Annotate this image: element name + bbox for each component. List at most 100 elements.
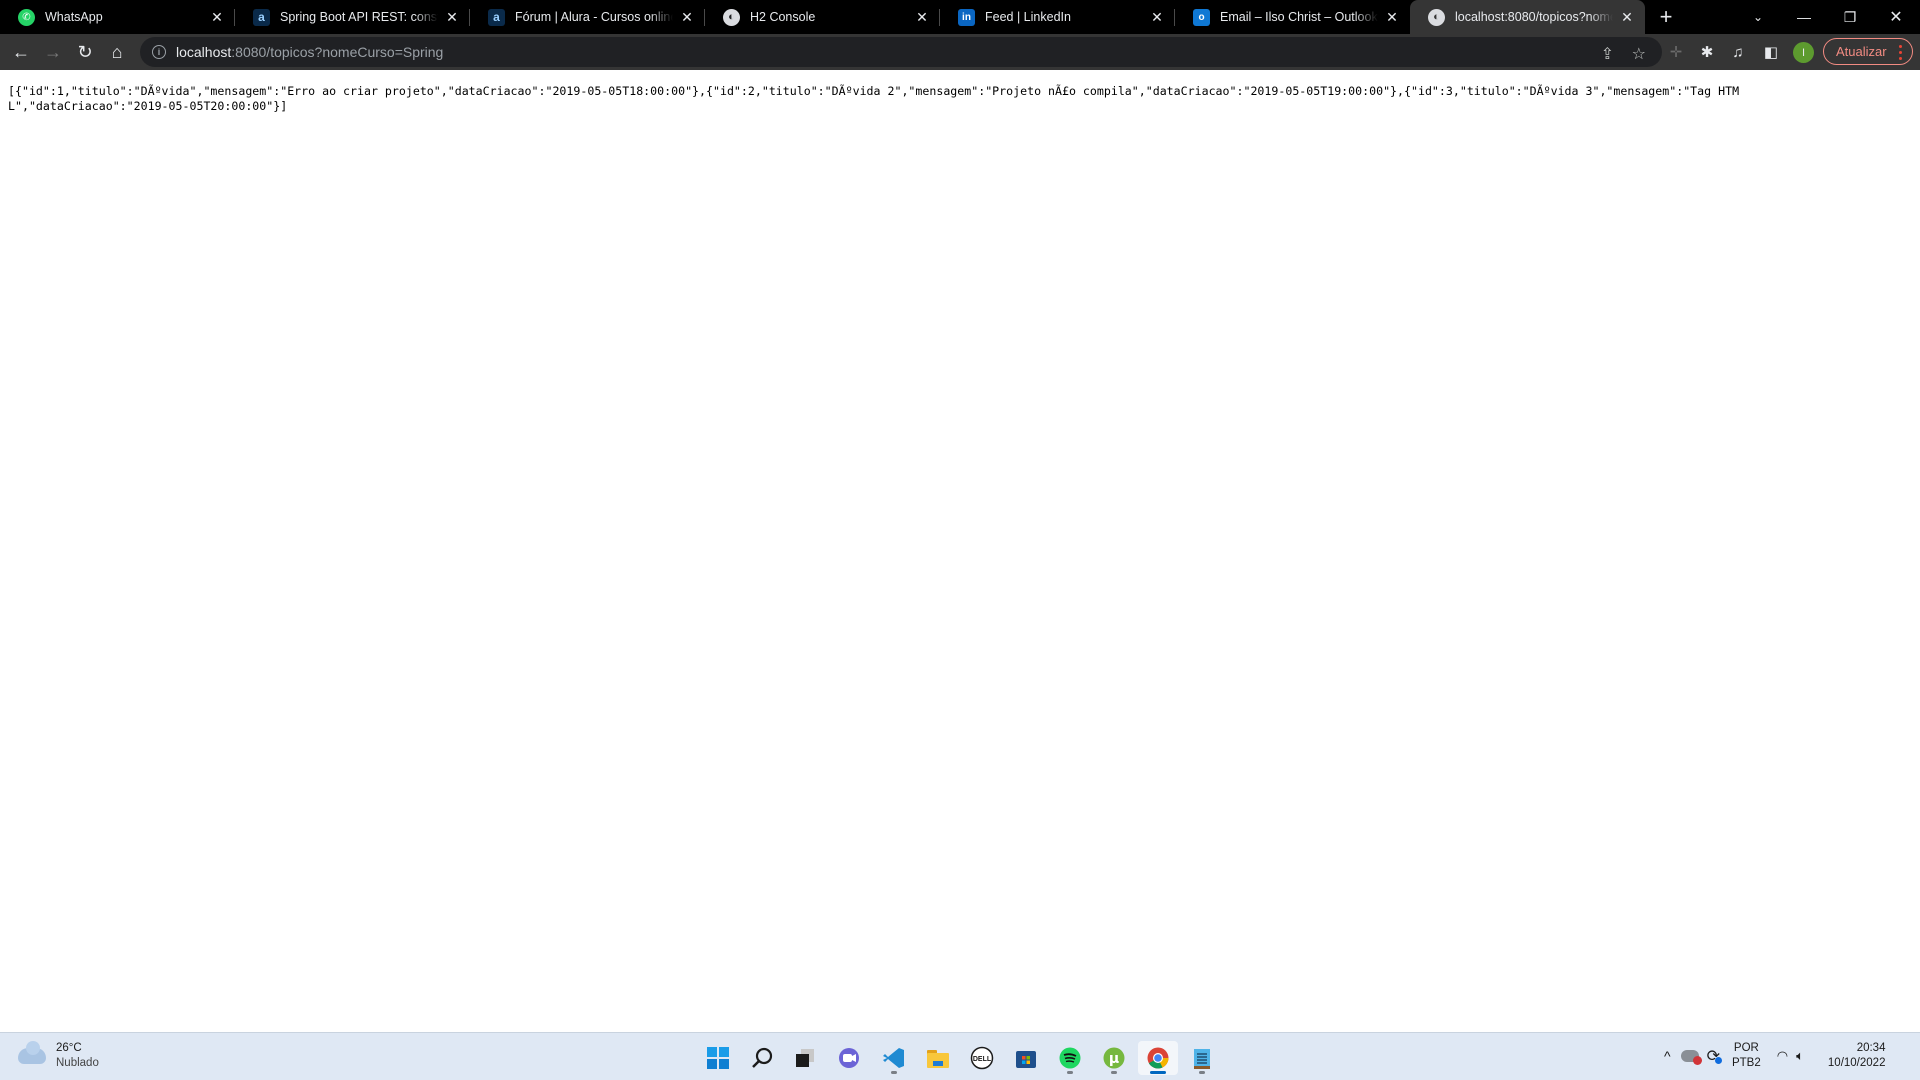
tab-spring-boot-course[interactable]: a Spring Boot API REST: construa uma API…: [235, 0, 470, 34]
tab-search-button[interactable]: ⌄: [1742, 0, 1774, 34]
update-button[interactable]: Atualizar: [1823, 38, 1913, 65]
weather-temperature: 26°C: [56, 1042, 82, 1054]
start-button[interactable]: [698, 1041, 738, 1075]
globe-icon: ◐: [723, 8, 740, 26]
utorrent-button[interactable]: µ: [1094, 1041, 1134, 1075]
cloud-icon: [18, 1041, 46, 1064]
outlook-icon: o: [1193, 8, 1210, 26]
show-hidden-icons-chevron[interactable]: ^: [1664, 1048, 1671, 1064]
file-explorer-icon: [927, 1050, 949, 1068]
clock-time: 20:34: [1856, 1042, 1886, 1054]
restore-button[interactable]: ❐: [1834, 0, 1866, 34]
url-path: :8080/topicos?nomeCurso=Spring: [231, 44, 444, 60]
dell-icon: DELL: [970, 1046, 994, 1070]
address-url[interactable]: localhost:8080/topicos?nomeCurso=Spring: [176, 44, 443, 60]
url-host: localhost: [176, 44, 232, 60]
weather-condition: Nublado: [56, 1057, 99, 1069]
windows-start-icon: [707, 1047, 729, 1069]
file-explorer-button[interactable]: [918, 1041, 958, 1075]
new-tab-button[interactable]: +: [1651, 0, 1681, 34]
menu-dots-icon[interactable]: [1898, 43, 1902, 61]
minimize-button[interactable]: —: [1788, 0, 1820, 34]
running-indicator: [1111, 1071, 1117, 1074]
tab-h2-console[interactable]: ◐ H2 Console ✕: [705, 0, 940, 34]
extensions-icon[interactable]: ✱: [1697, 42, 1717, 62]
close-tab-icon[interactable]: ✕: [679, 9, 695, 26]
forward-button[interactable]: →: [40, 39, 66, 65]
alura-icon: a: [253, 8, 270, 26]
teams-chat-button[interactable]: [829, 1041, 869, 1075]
linkedin-icon: in: [958, 8, 975, 26]
task-view-icon: [796, 1049, 814, 1067]
close-tab-icon[interactable]: ✕: [914, 9, 930, 26]
tab-localhost-topicos[interactable]: ◐ localhost:8080/topicos?nomeCurso=Sprin…: [1410, 0, 1645, 34]
globe-icon: ◐: [1428, 8, 1445, 26]
search-icon: [752, 1047, 773, 1068]
onedrive-error-icon[interactable]: [1680, 1050, 1702, 1065]
tab-title: Email – Ilso Christ – Outlook: [1220, 10, 1378, 24]
windows-taskbar: 26°C Nublado DELL µ: [0, 1032, 1920, 1080]
tab-title: Spring Boot API REST: construa uma API: [280, 10, 438, 24]
tab-title: H2 Console: [750, 10, 816, 24]
address-bar[interactable]: i localhost:8080/topicos?nomeCurso=Sprin…: [140, 37, 1662, 67]
tab-groups-icon[interactable]: ✛: [1666, 42, 1686, 62]
chrome-icon: [1147, 1047, 1169, 1069]
update-button-label: Atualizar: [1836, 44, 1887, 59]
task-view-button[interactable]: [785, 1041, 825, 1075]
tab-whatsapp[interactable]: ✆ WhatsApp ✕: [0, 0, 235, 34]
teams-chat-icon: [839, 1048, 859, 1068]
active-indicator: [1150, 1071, 1166, 1074]
weather-widget[interactable]: 26°C Nublado: [18, 1041, 99, 1071]
close-tab-icon[interactable]: ✕: [1619, 9, 1635, 26]
media-controls-icon[interactable]: ♫: [1728, 42, 1748, 62]
close-window-button[interactable]: ✕: [1880, 0, 1912, 34]
tab-title: Fórum | Alura - Cursos online de tecnolo…: [515, 10, 673, 24]
search-button[interactable]: [742, 1041, 782, 1075]
clock-date: 10/10/2022: [1827, 1057, 1886, 1069]
page-content: [{"id":1,"titulo":"DÃºvida","mensagem":"…: [0, 70, 1920, 1032]
profile-avatar[interactable]: I: [1793, 42, 1814, 63]
language-indicator[interactable]: POR PTB2: [1732, 1041, 1761, 1071]
microsoft-store-icon: [1016, 1051, 1036, 1068]
chrome-button[interactable]: [1138, 1041, 1178, 1075]
clock[interactable]: 20:34 10/10/2022: [1828, 1041, 1886, 1071]
spotify-button[interactable]: [1050, 1041, 1090, 1075]
tab-strip: ✆ WhatsApp ✕ a Spring Boot API REST: con…: [0, 0, 1920, 34]
svg-text:µ: µ: [1109, 1051, 1119, 1067]
tab-linkedin[interactable]: in Feed | LinkedIn ✕: [940, 0, 1175, 34]
tab-alura-forum[interactable]: a Fórum | Alura - Cursos online de tecno…: [470, 0, 705, 34]
sync-icon[interactable]: ⟳: [1707, 1046, 1722, 1066]
tab-title: WhatsApp: [45, 10, 103, 24]
microsoft-store-button[interactable]: [1006, 1041, 1046, 1075]
close-tab-icon[interactable]: ✕: [444, 9, 460, 26]
home-button[interactable]: ⌂: [104, 39, 130, 65]
dell-button[interactable]: DELL: [962, 1041, 1002, 1075]
bookmark-star-icon[interactable]: ☆: [1632, 44, 1646, 64]
site-info-icon[interactable]: i: [152, 45, 166, 59]
running-indicator: [1199, 1071, 1205, 1074]
system-tray: ^ ⟳ POR PTB2 ◠ 🔈︎ 20:34 10/10/2022: [1664, 1032, 1885, 1080]
browser-toolbar: ← → ↻ ⌂ i localhost:8080/topicos?nomeCur…: [0, 34, 1920, 70]
running-indicator: [1067, 1071, 1073, 1074]
back-button[interactable]: ←: [8, 39, 34, 65]
tab-title: Feed | LinkedIn: [985, 10, 1071, 24]
language-code: POR: [1733, 1042, 1759, 1054]
close-tab-icon[interactable]: ✕: [209, 9, 225, 26]
spotify-icon: [1059, 1047, 1081, 1069]
whatsapp-icon: ✆: [18, 8, 35, 26]
vscode-button[interactable]: [874, 1041, 914, 1075]
vscode-icon: [883, 1048, 904, 1068]
alura-icon: a: [488, 8, 505, 26]
side-panel-icon[interactable]: ◧: [1761, 42, 1781, 62]
wifi-icon[interactable]: ◠: [1777, 1048, 1788, 1064]
utorrent-icon: µ: [1103, 1047, 1125, 1069]
notepad-icon: [1194, 1049, 1210, 1069]
share-icon[interactable]: ⇪: [1601, 44, 1614, 64]
tab-outlook[interactable]: o Email – Ilso Christ – Outlook ✕: [1175, 0, 1410, 34]
notepad-button[interactable]: [1182, 1041, 1222, 1075]
json-response-text: [{"id":1,"titulo":"DÃºvida","mensagem":"…: [8, 84, 1740, 113]
close-tab-icon[interactable]: ✕: [1384, 9, 1400, 26]
reload-button[interactable]: ↻: [72, 39, 98, 65]
close-tab-icon[interactable]: ✕: [1149, 9, 1165, 26]
volume-icon[interactable]: 🔈︎: [1796, 1048, 1804, 1064]
